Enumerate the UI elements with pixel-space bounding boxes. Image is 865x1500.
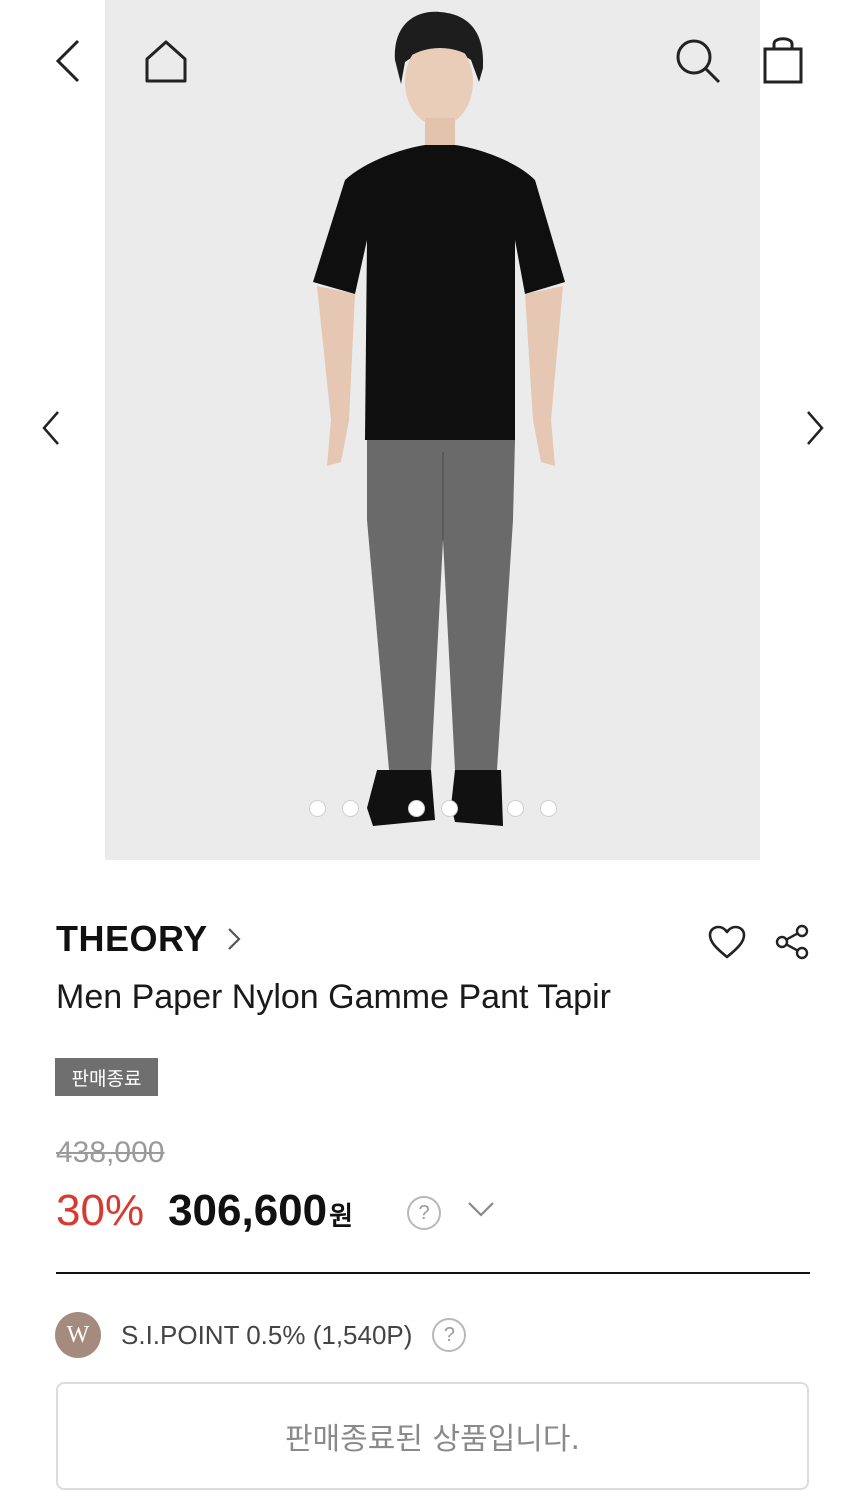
chevron-left-icon[interactable] <box>34 406 68 450</box>
discount-rate: 30% <box>56 1186 145 1235</box>
point-help-icon[interactable]: ? <box>432 1318 467 1352</box>
gallery-dot[interactable] <box>407 800 425 817</box>
back-icon[interactable] <box>48 36 88 86</box>
model-illustration <box>313 11 565 826</box>
price-help-icon[interactable]: ? <box>407 1196 441 1230</box>
point-logo: W <box>55 1312 101 1358</box>
gallery-dot[interactable] <box>473 800 491 817</box>
share-icon[interactable] <box>772 922 812 962</box>
brand-name: THEORY <box>56 918 208 959</box>
gallery-dot[interactable] <box>341 800 359 817</box>
chevron-right-icon <box>227 928 241 950</box>
brand-link[interactable]: THEORY <box>56 918 242 960</box>
chevron-down-icon[interactable] <box>466 1200 496 1222</box>
gallery-dot[interactable] <box>308 800 326 817</box>
chevron-right-icon[interactable] <box>798 406 832 450</box>
product-photo[interactable] <box>105 0 760 860</box>
point-info: W S.I.POINT 0.5% (1,540P) ? <box>55 1312 467 1358</box>
product-gallery[interactable] <box>0 0 865 862</box>
heart-icon[interactable] <box>706 922 748 962</box>
point-text: S.I.POINT 0.5% (1,540P) <box>121 1319 413 1350</box>
original-price: 438,000 <box>56 1136 165 1169</box>
gallery-dot[interactable] <box>374 800 392 817</box>
status-badge: 판매종료 <box>55 1058 158 1096</box>
product-name: Men Paper Nylon Gamme Pant Tapir <box>56 978 611 1016</box>
divider <box>56 1272 810 1274</box>
gallery-dot[interactable] <box>539 800 557 817</box>
shopping-bag-icon[interactable] <box>758 34 808 86</box>
gallery-dot[interactable] <box>506 800 524 817</box>
currency-label: 원 <box>329 1202 354 1232</box>
gallery-dot[interactable] <box>440 800 458 817</box>
home-icon[interactable] <box>140 36 192 86</box>
sale-price: 306,600 <box>168 1186 328 1235</box>
soldout-button[interactable]: 판매종료된 상품입니다. <box>56 1382 809 1490</box>
price-row: 30% 306,600 원 <box>56 1186 353 1246</box>
search-icon[interactable] <box>672 36 724 86</box>
gallery-pagination <box>105 800 760 820</box>
